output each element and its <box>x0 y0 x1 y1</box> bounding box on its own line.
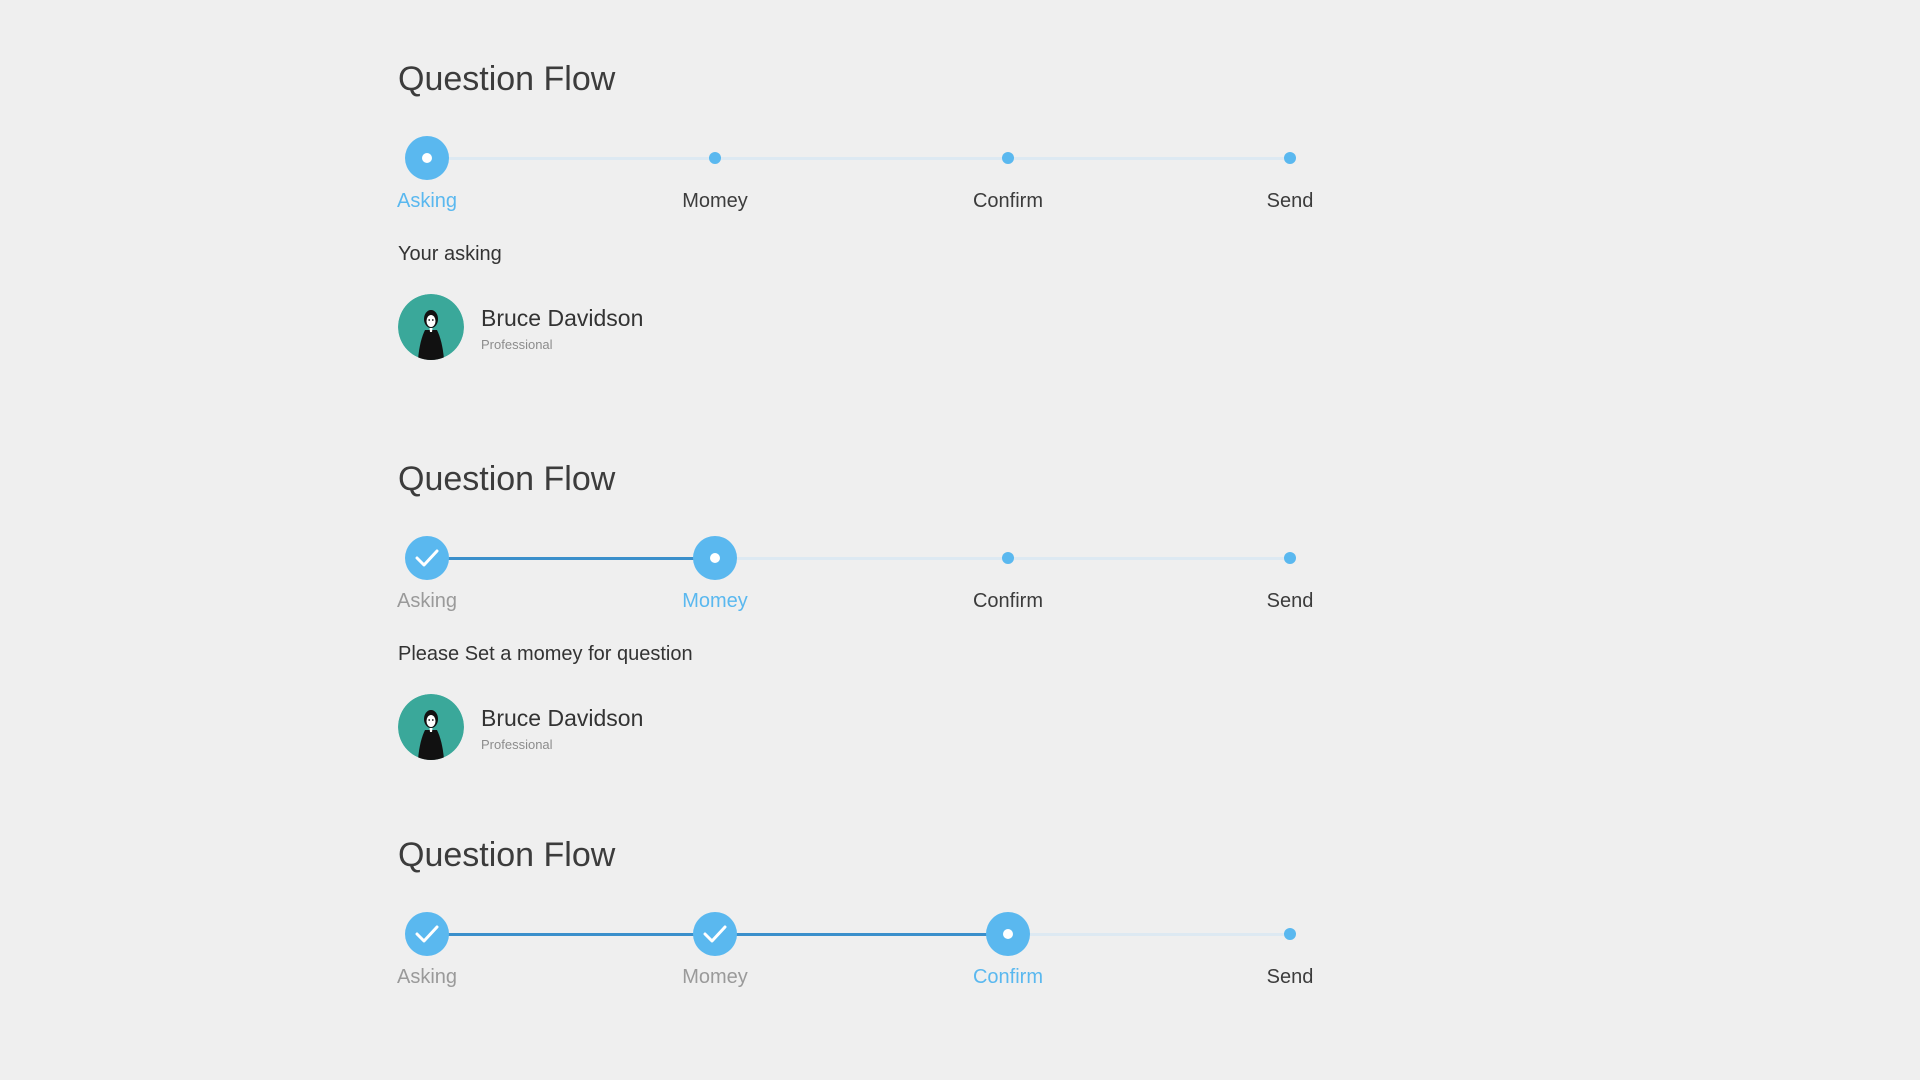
stepper: Asking Momey Confirm Send <box>397 536 1318 657</box>
person-icon <box>398 694 464 760</box>
step-label-send[interactable]: Send <box>1220 590 1360 613</box>
step-label-asking[interactable]: Asking <box>357 190 497 213</box>
avatar[interactable] <box>398 694 464 760</box>
step-send[interactable] <box>1284 152 1296 164</box>
step-label-confirm[interactable]: Confirm <box>938 966 1078 989</box>
prompt-text: Your asking <box>398 243 502 265</box>
stepper-track <box>427 157 1284 160</box>
stepper-track-completed <box>427 557 715 560</box>
step-confirm[interactable] <box>1002 552 1014 564</box>
person-icon <box>398 294 464 360</box>
step-asking-done[interactable] <box>405 536 449 580</box>
check-icon <box>703 925 727 943</box>
dot-icon <box>710 553 720 563</box>
step-label-asking[interactable]: Asking <box>357 590 497 613</box>
step-confirm-current[interactable] <box>986 912 1030 956</box>
step-momey-done[interactable] <box>693 912 737 956</box>
user-role: Professional <box>481 337 553 352</box>
stepper: Asking Momey Confirm Send <box>397 912 1318 1033</box>
user-name[interactable]: Bruce Davidson <box>481 705 643 732</box>
step-label-momey[interactable]: Momey <box>645 590 785 613</box>
step-send[interactable] <box>1284 552 1296 564</box>
step-momey-current[interactable] <box>693 536 737 580</box>
step-send[interactable] <box>1284 928 1296 940</box>
page-title: Question Flow <box>398 60 616 98</box>
stepper: Asking Momey Confirm Send <box>397 136 1318 257</box>
page: Question Flow Asking Momey Confirm Send … <box>0 0 1920 1080</box>
step-momey[interactable] <box>709 152 721 164</box>
check-icon <box>415 925 439 943</box>
step-asking-current[interactable] <box>405 136 449 180</box>
step-label-send[interactable]: Send <box>1220 966 1360 989</box>
step-label-send[interactable]: Send <box>1220 190 1360 213</box>
step-confirm[interactable] <box>1002 152 1014 164</box>
user-card[interactable]: Bruce Davidson Professional <box>398 694 798 760</box>
step-label-asking[interactable]: Asking <box>357 966 497 989</box>
step-label-confirm[interactable]: Confirm <box>938 590 1078 613</box>
dot-icon <box>422 153 432 163</box>
step-label-momey[interactable]: Momey <box>645 966 785 989</box>
prompt-text: Please Set a momey for question <box>398 643 693 665</box>
avatar[interactable] <box>398 294 464 360</box>
step-label-confirm[interactable]: Confirm <box>938 190 1078 213</box>
check-icon <box>415 549 439 567</box>
stepper-track <box>1008 933 1290 936</box>
step-asking-done[interactable] <box>405 912 449 956</box>
user-role: Professional <box>481 737 553 752</box>
user-name[interactable]: Bruce Davidson <box>481 305 643 332</box>
user-card[interactable]: Bruce Davidson Professional <box>398 294 798 360</box>
dot-icon <box>1003 929 1013 939</box>
page-title: Question Flow <box>398 836 616 874</box>
step-label-momey[interactable]: Momey <box>645 190 785 213</box>
page-title: Question Flow <box>398 460 616 498</box>
